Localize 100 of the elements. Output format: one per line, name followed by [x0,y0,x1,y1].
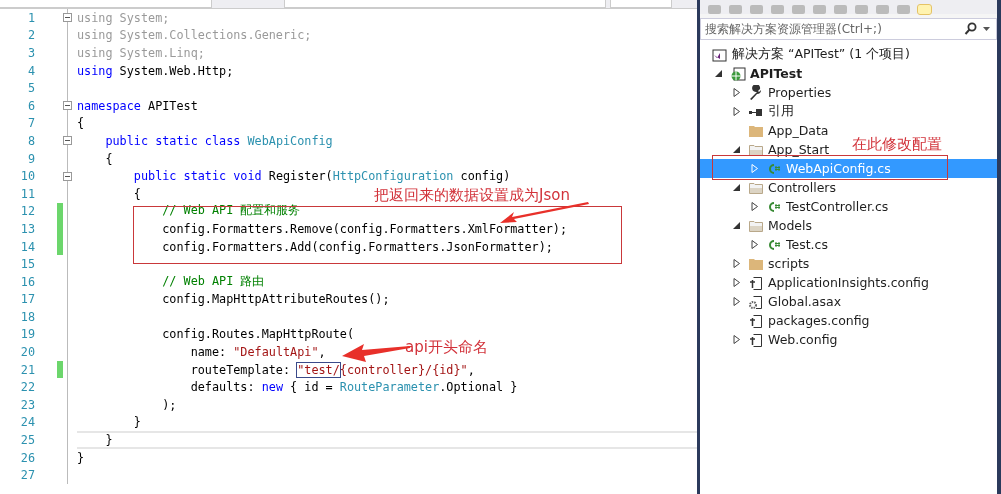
line-number: 27 [19,468,36,483]
expanded-triangle-icon[interactable] [715,69,723,78]
tree-item-label: Test.cs [786,237,828,252]
tree-item[interactable]: Models [700,216,813,235]
tree-item-label: scripts [768,256,810,271]
line-number: 1 [26,10,36,25]
code-text: ); [161,397,177,412]
code-text: } [132,415,141,430]
collapse-icon[interactable] [63,171,72,181]
expanded-triangle-icon[interactable] [733,183,741,192]
code-text: // Web API 路由 [161,273,265,290]
line-number: 20 [19,345,36,360]
tree-item-label: TestController.cs [786,199,889,214]
collapsed-triangle-icon[interactable] [733,297,741,306]
line-number: 24 [19,415,36,430]
config-icon [748,274,764,291]
code-text: defaults: [189,380,256,395]
collapsed-triangle-icon[interactable] [733,278,741,287]
line-number: 11 [19,186,36,201]
tree-item[interactable]: 解决方案 “APITest” (1 个项目) [700,45,910,64]
tree-item-label: App_Data [768,123,829,138]
code-text: using System.Collections.Generic; [77,28,312,43]
line-number: 5 [26,81,36,96]
code-text: new [261,380,283,395]
code-text: WebApiConfig [247,133,333,148]
tree-item[interactable]: Test.cs [700,235,828,254]
tree-item[interactable]: packages.config [700,311,870,330]
tree-item[interactable]: Global.asax [700,292,842,311]
code-text: } [104,433,113,448]
code-text: { [77,116,85,131]
code-text: } [77,450,85,465]
tree-item-label: packages.config [768,313,870,328]
tree-item-label: Properties [768,85,832,100]
tree-item-label: ApplicationInsights.config [768,275,929,290]
tree-item[interactable]: APITest [700,64,803,83]
tree-item-label: APITest [750,66,803,81]
line-number: 7 [26,116,36,131]
line-number: 19 [19,327,36,342]
collapsed-triangle-icon[interactable] [751,240,759,249]
code-text: { [104,151,113,166]
collapsed-triangle-icon[interactable] [733,335,741,344]
collapsed-triangle-icon[interactable] [751,202,759,211]
tree-item[interactable]: Controllers [700,178,836,197]
code-text: config.Routes.MapHttpRoute( [161,327,354,342]
tree-item-label: 解决方案 “APITest” (1 个项目) [732,46,910,63]
line-number: 9 [26,151,36,166]
line-number: 17 [19,292,36,307]
collapse-icon[interactable] [63,101,72,111]
collapsed-triangle-icon[interactable] [733,259,741,268]
tree-item[interactable]: TestController.cs [700,197,889,216]
line-number: 16 [19,274,36,289]
collapse-icon[interactable] [63,136,72,146]
line-number: 13 [19,221,36,236]
annotation-text: 在此修改配置 [852,135,942,154]
code-text: using System.Linq; [77,46,205,60]
tree-item-label: Global.asax [768,294,842,309]
dropdown-icon[interactable] [983,27,990,31]
tree-item-label: 引用 [768,103,794,120]
code-text: config.Formatters.Remove(config.Formatters.XmlFormatter); [161,221,568,236]
tree-item[interactable]: ApplicationInsights.config [700,273,929,292]
code-text: HttpConfiguration [332,169,454,184]
code-text: Register( [267,169,333,184]
expanded-triangle-icon[interactable] [733,145,741,154]
solution-icon [712,46,728,63]
line-number: 23 [19,397,36,412]
code-text: config.MapHttpAttributeRoutes(); [161,292,390,307]
tree-item[interactable]: App_Data [700,121,829,140]
tree-item-label: Controllers [768,180,836,195]
code-text: .Optional } [439,380,518,395]
code-text: System.Web.Http; [118,63,234,78]
code-text: , [467,362,475,377]
code-text: { id = [289,380,334,395]
code-text: using System; [77,10,170,25]
tree-item[interactable]: Web.config [700,330,838,349]
expanded-triangle-icon[interactable] [733,221,741,230]
code-text: namespace [77,98,141,113]
code-text: name: [189,345,228,360]
code-text: , [318,345,326,360]
tree-item[interactable]: scripts [700,254,810,273]
search-field[interactable]: 搜索解决方案资源管理器(Ctrl+;) [700,18,997,40]
tree-item[interactable]: App_Start [700,140,830,159]
line-number: 12 [19,204,36,219]
annotation-text: 把返回来的数据设置成为Json [374,186,570,205]
tree-item-label: Web.config [768,332,838,347]
line-number: 8 [26,133,36,148]
code-text: public static void [132,169,262,184]
line-number: 4 [26,63,36,78]
tree-item[interactable]: Properties [700,83,832,102]
code-text: config.Formatters.Add(config.Formatters.JsonFormatter); [161,239,553,254]
collapsed-triangle-icon[interactable] [733,107,741,116]
collapse-icon[interactable] [63,13,72,23]
tree-item-label: Models [768,218,813,233]
code-text: config) [459,169,511,184]
line-number: 3 [26,46,36,60]
tree-item[interactable]: 引用 [700,102,794,121]
code-text: using [77,63,113,78]
config-icon [748,331,764,348]
collapsed-triangle-icon[interactable] [733,88,741,97]
tree-item-label: WebApiConfig.cs [786,161,891,176]
line-number: 6 [26,98,36,113]
